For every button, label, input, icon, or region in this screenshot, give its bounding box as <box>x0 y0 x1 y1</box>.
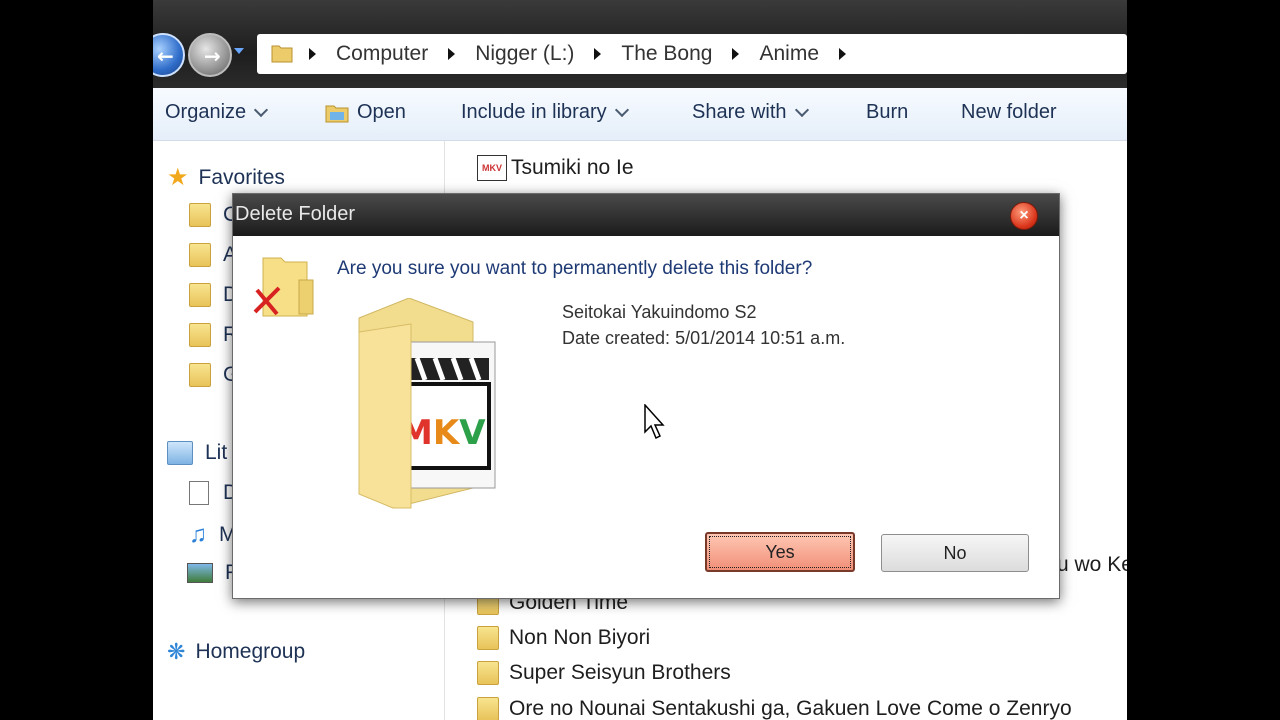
breadcrumb-drive[interactable]: Nigger (L:) <box>475 42 574 66</box>
share-with-button[interactable]: Share with <box>692 101 809 124</box>
sidebar-item-fav-2[interactable]: A <box>189 243 237 267</box>
homegroup-label: Homegroup <box>195 640 306 663</box>
breadcrumb-arrow-icon[interactable] <box>309 48 316 60</box>
libraries-label: Lit <box>205 441 228 464</box>
chevron-down-icon <box>614 102 629 117</box>
folder-icon <box>271 43 293 63</box>
sidebar-item-homegroup[interactable]: ❋ Homegroup <box>167 639 305 665</box>
back-arrow-icon: ← <box>157 44 174 68</box>
file-name: Super Seisyun Brothers <box>509 661 731 684</box>
file-name: Ore no Nounai Sentakushi ga, Gakuen Love… <box>509 697 1072 720</box>
delete-folder-icon <box>253 257 314 317</box>
window-titlebar: ← → Computer Nigger (L:) The Bong Anime <box>153 0 1127 88</box>
downloads-folder-icon <box>189 283 211 307</box>
mkv-folder-thumbnail: MKV <box>358 298 496 509</box>
breadcrumb-arrow-icon[interactable] <box>594 48 602 60</box>
open-label: Open <box>357 101 406 123</box>
new-folder-label: New folder <box>961 101 1057 123</box>
back-button[interactable]: ← <box>153 33 185 77</box>
organize-label: Organize <box>165 101 247 123</box>
breadcrumb: Computer Nigger (L:) The Bong Anime <box>309 34 866 74</box>
address-bar[interactable]: Computer Nigger (L:) The Bong Anime <box>257 34 1127 74</box>
chevron-down-icon <box>794 102 809 117</box>
mkv-thumbnail-label: MKV <box>399 413 486 453</box>
forward-button[interactable]: → <box>188 33 232 77</box>
sidebar-item-music[interactable]: ♫ M <box>189 521 237 549</box>
file-name: Tsumiki no Ie <box>511 156 634 179</box>
breadcrumb-arrow-icon[interactable] <box>448 48 456 60</box>
mkv-file-icon: MKV <box>477 155 507 181</box>
burn-label: Burn <box>866 101 909 123</box>
burn-button[interactable]: Burn <box>866 101 908 124</box>
breadcrumb-anime[interactable]: Anime <box>759 42 819 66</box>
homegroup-icon: ❋ <box>167 639 186 664</box>
breadcrumb-arrow-icon[interactable] <box>732 48 740 60</box>
picture-icon <box>187 563 213 583</box>
date-created: Date created: 5/01/2014 10:51 a.m. <box>562 328 846 348</box>
include-in-library-button[interactable]: Include in library <box>461 101 629 124</box>
sidebar-item-favorites[interactable]: ★ Favorites <box>167 163 285 192</box>
mouse-pointer-icon <box>644 404 665 440</box>
sidebar-item-fav-4[interactable]: R <box>189 323 238 347</box>
folder-name: Seitokai Yakuindomo S2 <box>562 302 757 322</box>
no-button[interactable]: No <box>881 534 1029 572</box>
open-button[interactable]: Open <box>325 101 406 124</box>
forward-arrow-icon: → <box>204 44 221 68</box>
file-name: Non Non Biyori <box>509 626 651 649</box>
list-item[interactable]: Non Non Biyori <box>477 626 650 650</box>
delete-folder-dialog: Delete Folder × Are you sure you want to… <box>232 193 1060 599</box>
chevron-down-icon <box>254 102 269 117</box>
dialog-title: Delete Folder <box>235 203 356 225</box>
folder-icon <box>477 661 499 685</box>
sidebar-item-libraries[interactable]: Lit <box>167 441 227 465</box>
sidebar-item-fav-3[interactable]: D <box>189 283 238 307</box>
folder-icon <box>189 203 211 227</box>
breadcrumb-the-bong[interactable]: The Bong <box>621 42 712 66</box>
list-item-partial[interactable]: u wo Ke <box>1057 553 1127 577</box>
sidebar-item-documents[interactable]: D <box>189 481 238 505</box>
document-icon <box>189 481 209 505</box>
close-button[interactable]: × <box>1010 202 1038 230</box>
folder-icon <box>189 323 211 347</box>
dialog-titlebar: Delete Folder × <box>233 194 1059 236</box>
organize-button[interactable]: Organize <box>165 101 269 124</box>
file-name: u wo Ke <box>1057 553 1127 576</box>
share-with-label: Share with <box>692 101 787 123</box>
no-label: No <box>943 543 967 563</box>
command-bar: Organize Open Include in library Share w… <box>153 88 1127 141</box>
favorites-label: Favorites <box>198 165 285 189</box>
close-icon: × <box>1019 207 1029 224</box>
include-in-library-label: Include in library <box>461 101 607 123</box>
folder-icon <box>189 243 211 267</box>
list-item[interactable]: MKV Tsumiki no Ie <box>477 155 634 181</box>
yes-button[interactable]: Yes <box>705 532 855 572</box>
folder-icon <box>477 626 499 650</box>
dialog-question: Are you sure you want to permanently del… <box>337 258 813 279</box>
star-icon: ★ <box>167 164 189 191</box>
sidebar-item-fav-1[interactable]: C <box>189 203 238 227</box>
list-item[interactable]: Ore no Nounai Sentakushi ga, Gakuen Love… <box>477 697 1072 720</box>
folder-icon <box>189 363 211 387</box>
music-note-icon: ♫ <box>189 521 207 548</box>
open-folder-icon <box>325 105 349 122</box>
yes-label: Yes <box>765 542 795 562</box>
recent-pages-dropdown-icon[interactable] <box>234 48 244 54</box>
breadcrumb-computer[interactable]: Computer <box>336 42 428 66</box>
libraries-icon <box>167 441 193 465</box>
breadcrumb-arrow-icon[interactable] <box>839 48 847 60</box>
new-folder-button[interactable]: New folder <box>961 101 1057 124</box>
folder-icon <box>477 697 499 720</box>
list-item[interactable]: Super Seisyun Brothers <box>477 661 731 685</box>
